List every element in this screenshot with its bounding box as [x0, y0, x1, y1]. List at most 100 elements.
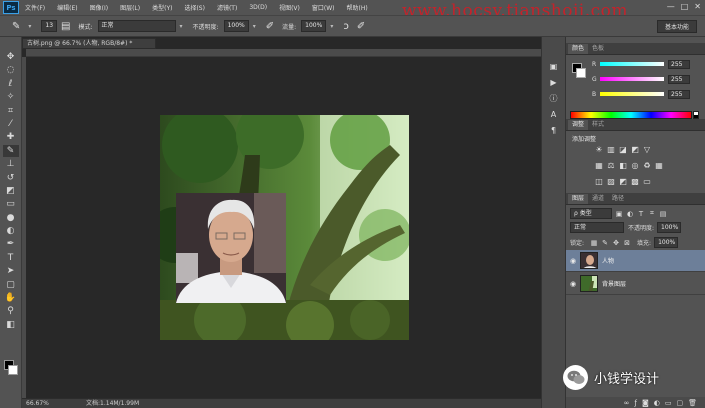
new-adjustment-icon[interactable]: ◐ [654, 399, 660, 407]
quick-select-tool-icon[interactable]: ✧ [3, 91, 19, 103]
filter-smart-icon[interactable]: ▤ [659, 210, 667, 218]
restore-button[interactable]: □ [681, 2, 689, 11]
pressure-opacity-icon[interactable]: ✐ [266, 21, 274, 32]
menu-select[interactable]: 选择(S) [184, 3, 205, 12]
delete-layer-icon[interactable]: 🗑 [688, 399, 697, 407]
invert-icon[interactable]: ◫ [594, 177, 604, 187]
filter-pixel-icon[interactable]: ▣ [615, 210, 623, 218]
blue-slider[interactable]: B 255 [592, 89, 702, 99]
layer-name[interactable]: 背景图层 [602, 279, 626, 288]
blue-value-field[interactable]: 255 [668, 89, 690, 99]
filter-adjust-icon[interactable]: ◐ [626, 210, 634, 218]
black-white-ramp[interactable] [693, 111, 699, 119]
mode-dropdown-arrow[interactable]: ▾ [180, 23, 183, 30]
menu-window[interactable]: 窗口(W) [312, 3, 335, 12]
brightness-icon[interactable]: ☀ [594, 145, 604, 155]
move-tool-icon[interactable]: ✥ [3, 51, 19, 63]
panel-background-swatch[interactable] [576, 68, 586, 78]
fill-field[interactable]: 100% [654, 237, 679, 248]
curves-icon[interactable]: ◪ [618, 145, 628, 155]
pressure-size-icon[interactable]: ✐ [357, 21, 365, 32]
paragraph-panel-icon[interactable]: ¶ [547, 125, 561, 137]
hue-saturation-icon[interactable]: ▦ [594, 161, 604, 171]
filter-shape-icon[interactable]: ⌗ [648, 209, 656, 218]
layer-row-person[interactable]: ◉ 人物 [566, 250, 705, 272]
tab-layers[interactable]: 图层 [568, 194, 589, 204]
tab-styles[interactable]: 样式 [588, 120, 608, 130]
black-white-icon[interactable]: ◧ [618, 161, 628, 171]
menu-edit[interactable]: 编辑(E) [57, 3, 77, 12]
actions-panel-icon[interactable]: ▶ [547, 77, 561, 89]
selective-color-icon[interactable]: ▩ [630, 177, 640, 187]
flow-field[interactable]: 100% [301, 20, 327, 32]
history-panel-icon[interactable]: ▣ [547, 61, 561, 73]
channel-mixer-icon[interactable]: ♻ [642, 161, 652, 171]
gradient-tool-icon[interactable]: ▭ [3, 198, 19, 210]
layer-name[interactable]: 人物 [602, 256, 614, 265]
lasso-tool-icon[interactable]: ℓ [3, 78, 19, 90]
opacity-dropdown-arrow[interactable]: ▾ [253, 23, 256, 30]
shape-tool-icon[interactable]: ▢ [3, 279, 19, 291]
marquee-tool-icon[interactable]: ◌ [3, 64, 19, 76]
menu-type[interactable]: 类型(Y) [152, 3, 172, 12]
green-value-field[interactable]: 255 [668, 74, 690, 84]
photo-filter-icon[interactable]: ◎ [630, 161, 640, 171]
layer-visibility-eye-icon[interactable]: ◉ [566, 280, 580, 288]
mini-swatch-icon[interactable]: ◧ [3, 319, 19, 331]
add-mask-icon[interactable]: ◙ [642, 399, 649, 407]
vibrance-icon[interactable]: ▽ [642, 145, 652, 155]
green-slider-track[interactable] [600, 77, 664, 81]
eraser-tool-icon[interactable]: ◩ [3, 185, 19, 197]
color-balance-icon[interactable]: ⚖ [606, 161, 616, 171]
tab-color[interactable]: 颜色 [568, 44, 589, 54]
layer-opacity-field[interactable]: 100% [657, 222, 682, 233]
lock-position-icon[interactable]: ✥ [612, 239, 620, 247]
new-layer-icon[interactable]: ▢ [676, 399, 683, 407]
blend-mode-select[interactable]: 正常 [570, 222, 624, 233]
link-layers-icon[interactable]: ∞ [624, 399, 630, 407]
color-lookup-icon[interactable]: ▦ [654, 161, 664, 171]
mode-select[interactable]: 正常 [97, 20, 176, 32]
red-value-field[interactable]: 255 [668, 59, 690, 69]
levels-icon[interactable]: ▥ [606, 145, 616, 155]
document-size[interactable]: 文档:1.14M/1.99M [86, 399, 139, 408]
zoom-level[interactable]: 66.67% [26, 399, 49, 408]
red-slider[interactable]: R 255 [592, 59, 702, 69]
minimize-button[interactable]: — [667, 2, 675, 11]
green-slider[interactable]: G 255 [592, 74, 702, 84]
blur-tool-icon[interactable]: ● [3, 212, 19, 224]
brush-size-field[interactable]: 13 [41, 20, 58, 32]
tab-adjustments[interactable]: 调整 [568, 120, 589, 130]
flow-dropdown-arrow[interactable]: ▾ [330, 23, 333, 30]
layer-row-background[interactable]: ◉ 背景图层 [566, 273, 705, 295]
properties-panel-icon[interactable]: ⓘ [547, 93, 561, 105]
hand-tool-icon[interactable]: ✋ [3, 292, 19, 304]
pen-tool-icon[interactable]: ✒ [3, 238, 19, 250]
color-spectrum-bar[interactable] [570, 111, 692, 119]
menu-layer[interactable]: 图层(L) [120, 3, 140, 12]
threshold-icon[interactable]: ◩ [618, 177, 628, 187]
tool-preset-dropdown[interactable]: ▾ [28, 23, 31, 30]
lock-all-icon[interactable]: ⊠ [623, 239, 631, 247]
character-panel-icon[interactable]: A [547, 109, 561, 121]
menu-view[interactable]: 视图(V) [279, 3, 300, 12]
filter-type-icon[interactable]: T [637, 210, 645, 218]
lock-pixels-icon[interactable]: ✎ [601, 239, 609, 247]
menu-filter[interactable]: 滤镜(T) [217, 3, 237, 12]
history-brush-tool-icon[interactable]: ↺ [3, 172, 19, 184]
menu-image[interactable]: 图像(I) [90, 3, 108, 12]
menu-file[interactable]: 文件(F) [25, 3, 45, 12]
menu-help[interactable]: 帮助(H) [347, 3, 368, 12]
opacity-field[interactable]: 100% [223, 20, 249, 32]
blue-slider-track[interactable] [600, 92, 664, 96]
layer-filter-select[interactable]: ρ 类型 [570, 208, 612, 219]
clone-stamp-tool-icon[interactable]: ⊥ [3, 158, 19, 170]
brush-tool-icon-active[interactable]: ✎ [2, 144, 19, 157]
close-button[interactable]: ✕ [694, 2, 701, 11]
eyedropper-tool-icon[interactable]: ⁄ [3, 118, 19, 130]
layer-visibility-eye-icon[interactable]: ◉ [566, 257, 580, 265]
exposure-icon[interactable]: ◩ [630, 145, 640, 155]
tab-paths[interactable]: 路径 [608, 194, 628, 204]
crop-tool-icon[interactable]: ⌗ [3, 105, 19, 117]
tab-channels[interactable]: 通道 [588, 194, 608, 204]
